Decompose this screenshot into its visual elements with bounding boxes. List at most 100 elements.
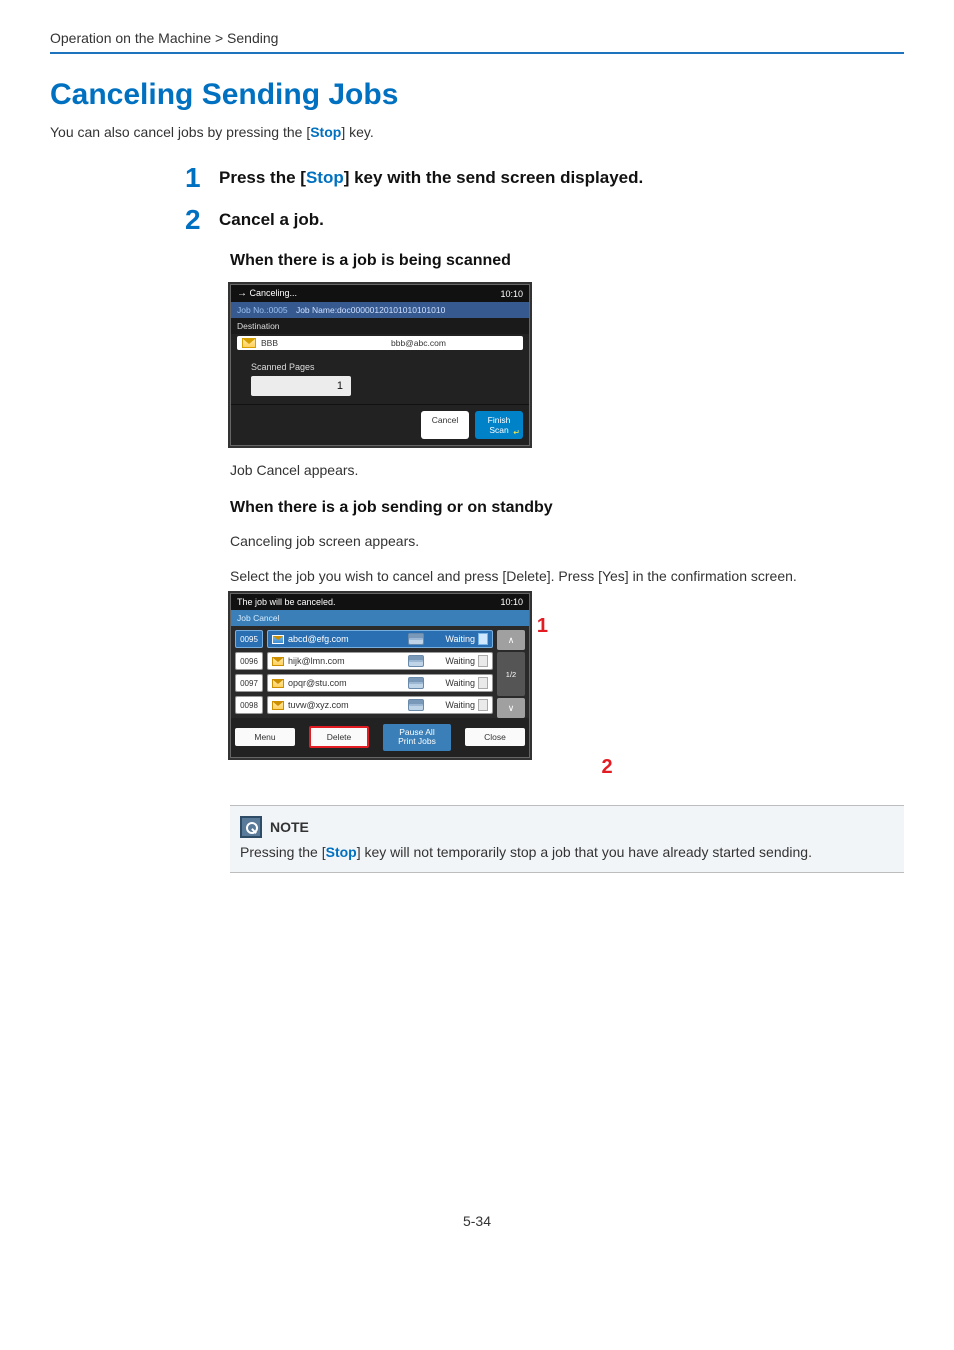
pause-all-button[interactable]: Pause All Print Jobs bbox=[383, 724, 451, 751]
job-cancel-panel: The job will be canceled. 10:10 Job Canc… bbox=[230, 593, 530, 758]
mail-icon bbox=[242, 338, 256, 348]
note-text: Pressing the [Stop] key will not tempora… bbox=[240, 844, 894, 860]
page-number: 5-34 bbox=[50, 1213, 904, 1229]
scanned-pages-value: 1 bbox=[251, 376, 351, 396]
job-address: hijk@lmn.com bbox=[288, 656, 404, 666]
jc-sub-header: Job Cancel bbox=[231, 610, 529, 626]
status-text: Waiting bbox=[445, 634, 475, 644]
job-row[interactable]: 0095 abcd@efg.com Waiting bbox=[235, 630, 493, 648]
note-title: NOTE bbox=[270, 819, 309, 835]
subsection-scanning: When there is a job is being scanned → C… bbox=[50, 252, 904, 873]
job-id: 0096 bbox=[235, 652, 263, 670]
note-icon bbox=[240, 816, 262, 838]
status-text: Waiting bbox=[445, 700, 475, 710]
step-2: 2 Cancel a job. bbox=[50, 206, 904, 234]
close-button[interactable]: Close bbox=[465, 728, 525, 746]
scan-caption: Job Cancel appears. bbox=[230, 460, 904, 481]
job-row[interactable]: 0096 hijk@lmn.com Waiting bbox=[235, 652, 493, 670]
panel-time: 10:10 bbox=[500, 289, 523, 299]
job-main: abcd@efg.com Waiting bbox=[267, 630, 493, 648]
job-status: Waiting bbox=[428, 655, 488, 667]
scanned-pages-area: Scanned Pages 1 bbox=[231, 352, 529, 404]
job-row[interactable]: 0097 opqr@stu.com Waiting bbox=[235, 674, 493, 692]
panel-buttons: Cancel Finish Scan ↵ bbox=[231, 404, 529, 445]
menu-button[interactable]: Menu bbox=[235, 728, 295, 746]
doc-icon bbox=[478, 677, 488, 689]
doc-icon bbox=[478, 633, 488, 645]
callout-2: 2 bbox=[230, 756, 904, 779]
printer-icon bbox=[408, 655, 424, 667]
callout-1: 1 bbox=[537, 615, 548, 638]
job-id: 0097 bbox=[235, 674, 263, 692]
job-status: Waiting bbox=[428, 677, 488, 689]
job-address: abcd@efg.com bbox=[288, 634, 404, 644]
mail-icon bbox=[272, 657, 284, 666]
stop-key: Stop bbox=[306, 168, 344, 187]
scan-panel: → Canceling... 10:10 Job No.:0005 Job Na… bbox=[230, 284, 530, 446]
dest-address: bbb@abc.com bbox=[391, 338, 523, 348]
panel-header: → Canceling... 10:10 bbox=[231, 285, 529, 302]
job-id: 0095 bbox=[235, 630, 263, 648]
job-status: Waiting bbox=[428, 633, 488, 645]
note-head: NOTE bbox=[240, 816, 894, 838]
scroll-up-button[interactable]: ∧ bbox=[497, 630, 525, 650]
intro-post: ] key. bbox=[341, 124, 373, 140]
job-main: hijk@lmn.com Waiting bbox=[267, 652, 493, 670]
step-1: 1 Press the [Stop] key with the send scr… bbox=[50, 164, 904, 192]
step-number: 2 bbox=[185, 206, 219, 234]
step1-pre: Press the [ bbox=[219, 168, 306, 187]
header-text: Canceling... bbox=[250, 288, 298, 298]
job-address: tuvw@xyz.com bbox=[288, 700, 404, 710]
job-address: opqr@stu.com bbox=[288, 678, 404, 688]
step1-post: ] key with the send screen displayed. bbox=[344, 168, 644, 187]
scanned-pages-label: Scanned Pages bbox=[251, 362, 523, 372]
jc-body: 0095 abcd@efg.com Waiting 0096 bbox=[231, 626, 529, 718]
cancel-button[interactable]: Cancel bbox=[421, 411, 469, 439]
intro-text: You can also cancel jobs by pressing the… bbox=[50, 124, 904, 140]
job-id: 0098 bbox=[235, 696, 263, 714]
note-box: NOTE Pressing the [Stop] key will not te… bbox=[230, 805, 904, 873]
standby-text1: Canceling job screen appears. bbox=[230, 531, 904, 552]
page-indicator: 1/2 bbox=[497, 652, 525, 696]
jc-buttons: Menu Delete Pause All Print Jobs Close bbox=[231, 718, 529, 757]
jc-header: The job will be canceled. 10:10 bbox=[231, 594, 529, 610]
finish-scan-label: Finish Scan bbox=[488, 415, 511, 435]
mail-icon bbox=[272, 679, 284, 688]
breadcrumb: Operation on the Machine > Sending bbox=[50, 30, 904, 54]
jc-header-text: The job will be canceled. bbox=[237, 597, 336, 607]
job-main: opqr@stu.com Waiting bbox=[267, 674, 493, 692]
mail-icon bbox=[272, 635, 284, 644]
job-row[interactable]: 0098 tuvw@xyz.com Waiting bbox=[235, 696, 493, 714]
step-1-title: Press the [Stop] key with the send scree… bbox=[219, 164, 643, 192]
mail-icon bbox=[272, 701, 284, 710]
delete-button[interactable]: Delete bbox=[309, 726, 369, 748]
intro-pre: You can also cancel jobs by pressing the… bbox=[50, 124, 310, 140]
scan-heading: When there is a job is being scanned bbox=[230, 252, 904, 270]
printer-icon bbox=[408, 633, 424, 645]
stop-key: Stop bbox=[310, 124, 341, 140]
stop-key: Stop bbox=[326, 844, 357, 860]
job-main: tuvw@xyz.com Waiting bbox=[267, 696, 493, 714]
enter-icon: ↵ bbox=[513, 428, 520, 437]
doc-icon bbox=[478, 655, 488, 667]
finish-scan-button[interactable]: Finish Scan ↵ bbox=[475, 411, 523, 439]
printer-icon bbox=[408, 699, 424, 711]
page-title: Canceling Sending Jobs bbox=[50, 78, 904, 112]
canceling-label: → Canceling... bbox=[237, 288, 297, 299]
job-no: Job No.:0005 bbox=[237, 305, 288, 315]
standby-text2: Select the job you wish to cancel and pr… bbox=[230, 566, 904, 587]
step-2-title: Cancel a job. bbox=[219, 206, 324, 234]
printer-icon bbox=[408, 677, 424, 689]
destination-label: Destination bbox=[231, 318, 529, 334]
standby-heading: When there is a job sending or on standb… bbox=[230, 499, 904, 517]
note-pre: Pressing the [ bbox=[240, 844, 326, 860]
destination-row: BBB bbb@abc.com bbox=[237, 336, 523, 350]
doc-icon bbox=[478, 699, 488, 711]
jc-rows: 0095 abcd@efg.com Waiting 0096 bbox=[235, 630, 493, 718]
job-info-bar: Job No.:0005 Job Name:doc000001201010101… bbox=[231, 302, 529, 318]
dest-name: BBB bbox=[261, 338, 391, 348]
note-post: ] key will not temporarily stop a job th… bbox=[357, 844, 812, 860]
scroll-down-button[interactable]: ∨ bbox=[497, 698, 525, 718]
job-status: Waiting bbox=[428, 699, 488, 711]
step-number: 1 bbox=[185, 164, 219, 192]
